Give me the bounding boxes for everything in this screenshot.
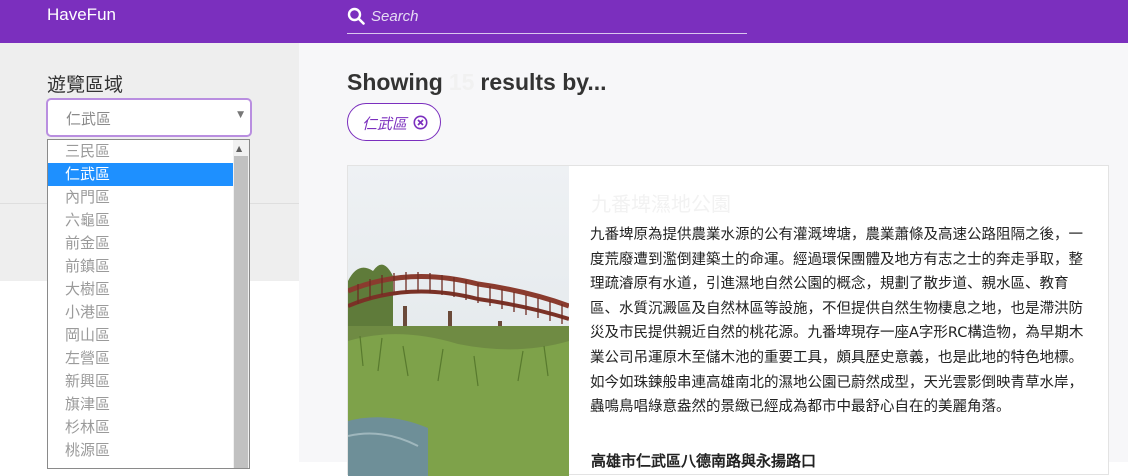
area-select[interactable]: 仁武區 ▼ (46, 98, 252, 137)
card-address: 高雄市仁武區八德南路與永揚路口 (591, 452, 817, 470)
park-photo (348, 166, 569, 476)
dropdown-option[interactable]: 左營區 (48, 347, 234, 370)
dropdown-option[interactable]: 三民區 (48, 140, 234, 163)
dropdown-option[interactable]: 小港區 (48, 301, 234, 324)
dropdown-option[interactable]: 大樹區 (48, 278, 234, 301)
brand-logo[interactable]: HaveFun (47, 5, 116, 25)
area-dropdown-list[interactable]: 三民區 仁武區 內門區 六龜區 前金區 前鎮區 大樹區 小港區 岡山區 左營區 新興區 旗津區 杉林區桃… (47, 139, 250, 469)
filter-chip-label: 仁武區 (362, 115, 408, 133)
dropdown-option[interactable]: 旗津區 (48, 393, 234, 416)
search-input[interactable] (371, 4, 741, 28)
option-list: 三民區 仁武區 內門區 六龜區 前金區 前鎮區 大樹區 小港區 岡山區 左營區 新興區 旗津區 杉林區桃… (48, 140, 249, 462)
dropdown-option[interactable]: 前鎮區 (48, 255, 234, 278)
results-count: 15 (448, 69, 475, 95)
scroll-up-icon[interactable]: ▲ (236, 144, 242, 153)
results-suffix: results by... (480, 69, 607, 95)
dropdown-option[interactable]: 內門區 (48, 186, 234, 209)
card-title[interactable]: 九番埤濕地公園 (591, 188, 731, 217)
filter-chip[interactable]: 仁武區 (347, 103, 441, 141)
scrollbar-thumb[interactable] (234, 156, 248, 468)
search-bar[interactable] (347, 4, 747, 34)
scrollbar[interactable]: ▲ (233, 140, 249, 468)
result-card[interactable]: 九番埤濕地公園 九番埤原為提供農業水源的公有灌溉埤塘，農業蕭條及高速公路阻隔之後… (347, 165, 1109, 476)
area-select-value: 仁武區 (66, 110, 112, 128)
card-description: 九番埤原為提供農業水源的公有灌溉埤塘，農業蕭條及高速公路阻隔之後，一度荒廢遭到濫… (590, 227, 1084, 416)
dropdown-option[interactable]: 前金區 (48, 232, 234, 255)
top-navbar: HaveFun (0, 0, 1128, 43)
results-heading: Showing 15 results by... (347, 69, 607, 96)
close-icon[interactable] (413, 115, 428, 130)
dropdown-option[interactable]: 杉林區 (48, 416, 234, 439)
chevron-down-icon: ▼ (237, 110, 244, 120)
search-icon[interactable] (347, 7, 365, 25)
dropdown-option[interactable]: 岡山區 (48, 324, 234, 347)
dropdown-option[interactable]: 新興區 (48, 370, 234, 393)
dropdown-option[interactable]: 仁武區 (48, 163, 234, 186)
dropdown-option[interactable]: 桃源區 (48, 439, 234, 462)
area-label: 遊覽區域 (47, 74, 124, 96)
results-prefix: Showing (347, 69, 443, 95)
dropdown-option[interactable]: 六龜區 (48, 209, 234, 232)
main-content: Showing 15 results by... 仁武區 九番埤濕地公園 九番埤… (299, 43, 1128, 476)
